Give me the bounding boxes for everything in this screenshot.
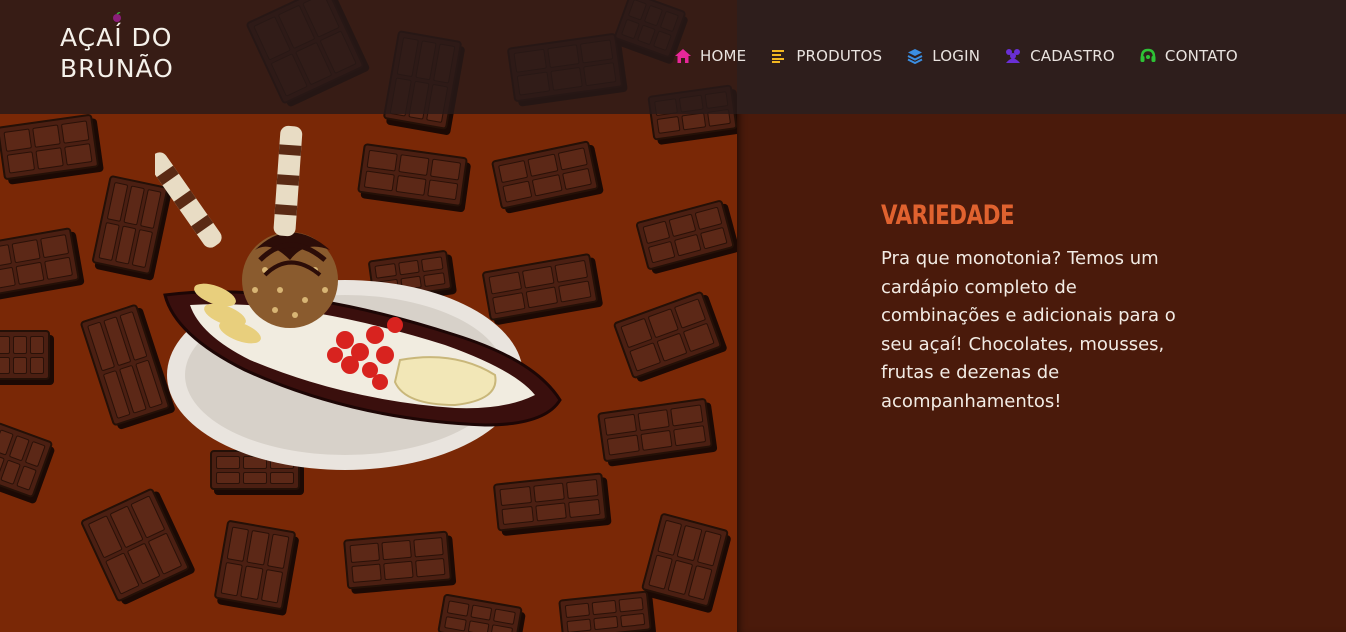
chocolate-bar-decoration (0, 421, 54, 499)
nav-produtos-label: PRODUTOS (796, 47, 883, 65)
main-nav: HOME PRODUTOS LOGIN CADASTRO CONTATO (674, 44, 1262, 68)
headset-icon (1139, 48, 1157, 64)
brand-logo[interactable]: AÇAÍ DO BRUNÃO (60, 22, 174, 84)
nav-cadastro-label: CADASTRO (1030, 47, 1115, 65)
feature-title: VARIEDADE (881, 200, 1015, 231)
nav-home-label: HOME (700, 47, 747, 65)
nav-login[interactable]: LOGIN (906, 47, 980, 65)
nav-contato[interactable]: CONTATO (1139, 47, 1238, 65)
acai-dessert-image (155, 125, 562, 470)
list-icon (770, 48, 788, 64)
nav-produtos[interactable]: PRODUTOS (770, 47, 882, 65)
chocolate-bar-decoration (558, 590, 652, 632)
chocolate-bar-decoration (0, 227, 80, 297)
layers-icon (906, 48, 924, 64)
chocolate-bar-decoration (213, 519, 297, 611)
chocolate-bar-decoration (343, 530, 452, 590)
nav-cadastro[interactable]: CADASTRO (1004, 47, 1115, 65)
chocolate-bar-decoration (437, 593, 523, 632)
nav-login-label: LOGIN (932, 47, 981, 65)
chocolate-bar-decoration (0, 113, 100, 181)
chocolate-bar-decoration (597, 397, 713, 463)
brand-line-2: BRUNÃO (60, 54, 174, 83)
chocolate-bar-decoration (79, 487, 191, 603)
feature-description: Pra que monotonia? Temos um cardápio com… (881, 248, 1176, 412)
users-icon (1004, 48, 1022, 64)
home-icon (674, 48, 692, 64)
chocolate-bar-decoration (635, 199, 735, 271)
feature-content: VARIEDADE Pra que monotonia? Temos um ca… (881, 200, 1191, 416)
chocolate-bar-decoration (0, 330, 50, 380)
chocolate-bar-decoration (640, 512, 730, 608)
brand-line-1: AÇAÍ DO (60, 23, 173, 52)
chocolate-bar-decoration (612, 290, 723, 380)
nav-home[interactable]: HOME (674, 47, 746, 65)
nav-contato-label: CONTATO (1164, 47, 1238, 65)
